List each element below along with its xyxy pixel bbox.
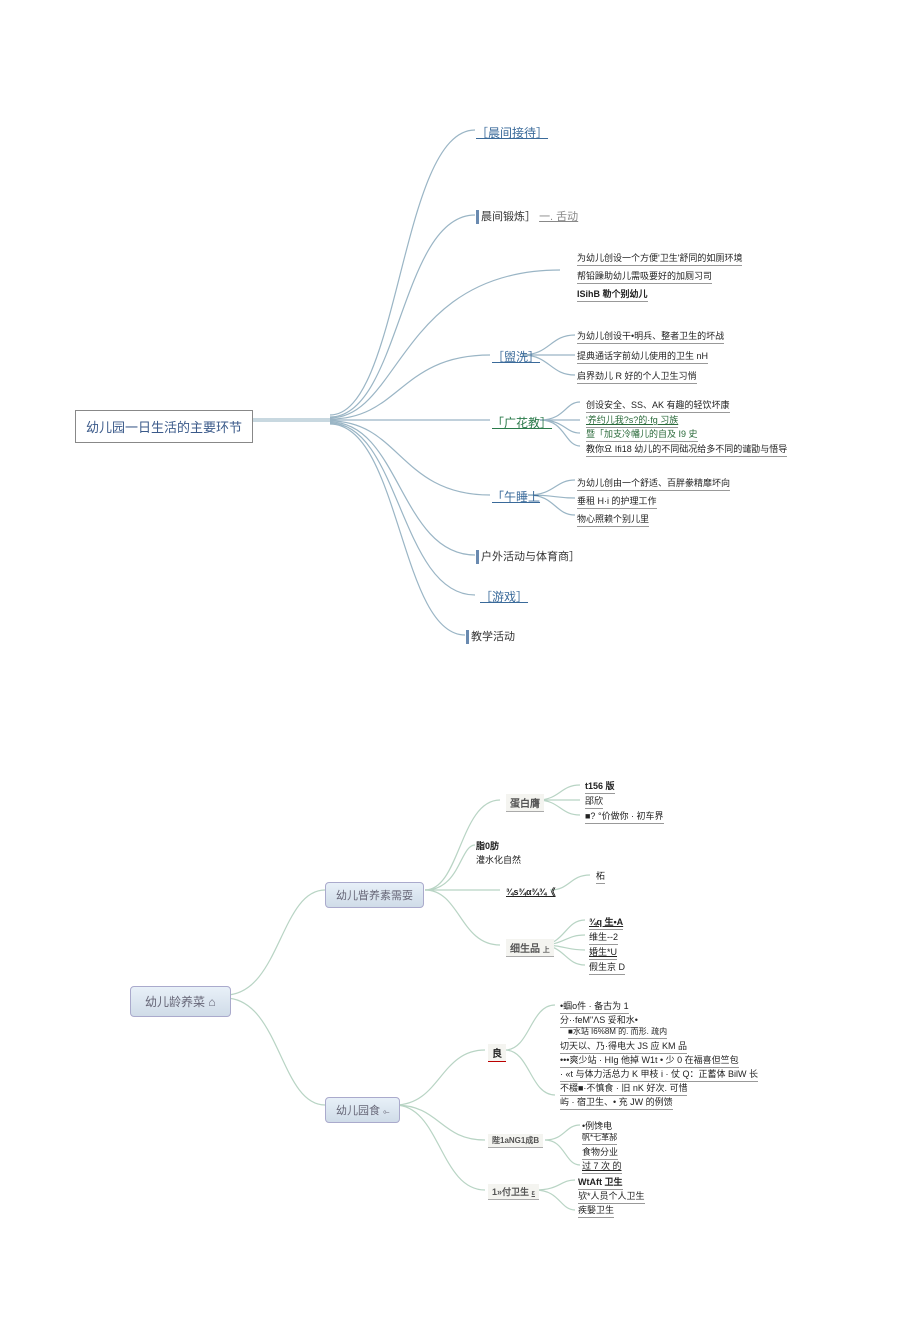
- leaf: 提典通话字前幼儿使用的卫生 nH: [577, 348, 708, 364]
- leaf: 帮铅躁助幼儿需吸要好的加厕习司: [577, 268, 712, 284]
- root-node: 幼儿龄养菜 ⌂: [130, 986, 231, 1017]
- leaf: 为幼儿创设干•明兵、整者卫生的坏战: [577, 328, 724, 344]
- label: 教学活动: [471, 631, 515, 643]
- leaf: 婚生*U: [589, 944, 617, 960]
- leaf: 屿 · 宿卫生、• 充 JW 的例馈: [560, 1094, 673, 1110]
- leaf: 垂租 H·i 的护理工作: [577, 493, 657, 509]
- leaf: 创设安全、SS、AK 有趣的轻饮坏康: [586, 397, 730, 413]
- sub-protein: 蛋白膺: [506, 794, 544, 812]
- leaf: ISihB 勒个别幼儿: [577, 286, 648, 302]
- sub-carbs: 灌水化自然: [476, 852, 521, 867]
- node-teaching: 教学活动: [466, 628, 515, 644]
- node-morning-exercise: 晨间锻炼］ 一. 舌动: [476, 208, 578, 224]
- node-games: ［游戏］: [480, 588, 528, 605]
- sub-minerals: ¾s¾α¾¾《: [506, 884, 556, 899]
- leaf: 郘欣: [585, 793, 603, 809]
- root-node: 幼儿园一日生活的主要环节: [75, 410, 253, 443]
- mindmap-nutrition: 幼儿龄养菜 ⌂ 幼儿眥养素需耍 幼儿园食 ⟜ 蛋白膺 t156 版 郘欣 ■? …: [20, 740, 900, 1240]
- leaf: ¾q 生•A: [589, 914, 623, 930]
- label: 晨间锻炼］: [481, 211, 536, 223]
- leaf: 疾嫛卫生: [578, 1202, 614, 1218]
- branch-nutrients: 幼儿眥养素需耍: [325, 882, 424, 908]
- leaf: 为幼儿创设一个方便'卫生'舒同的如厕环境: [577, 250, 742, 266]
- leaf: 维生--2: [589, 929, 618, 945]
- leaf: 物心照赖个别儿里: [577, 511, 649, 527]
- leaf: 启界劲儿 R 好的个人卫生习悄: [577, 368, 697, 384]
- branch-meals: 幼儿园食 ⟜: [325, 1097, 400, 1123]
- leaf: 过 7 次 的: [582, 1158, 622, 1174]
- node-outdoor: 户外活动与体育商］: [476, 548, 580, 564]
- leaf: 假生京 D: [589, 959, 625, 975]
- leaf: ■水站 I6%8M 的. 而形. 疏内: [568, 1025, 667, 1039]
- leaf: 柘: [596, 868, 605, 884]
- label: 户外活动与体育商］: [481, 551, 580, 563]
- leaf: t156 版: [585, 778, 615, 794]
- leaf: 为幼儿创由一个舒适、百胖豢精靡坏向: [577, 475, 730, 491]
- sub-vitamins: 细生品 上: [506, 939, 554, 957]
- sub-fat: 脂0肪: [476, 838, 499, 853]
- node-reception: ［晨间接待］: [476, 124, 548, 141]
- leaf: ■? °价做你 · 初车界: [585, 808, 664, 824]
- node-wash: ［盥洗］: [492, 348, 540, 365]
- sub-meal-1: 良: [488, 1044, 506, 1062]
- leaf: 教你요 Ifi18 幼儿的不同础况给多不同的谴勖与悟导: [586, 441, 787, 457]
- sub-meal-2: 陛1aNG1成B: [488, 1134, 543, 1148]
- node-meals: 「广花教］: [492, 414, 552, 431]
- leaf: 帆*七革郝: [582, 1131, 617, 1145]
- leaf: 暨「加支冷幡儿的自及 I9 史: [586, 426, 698, 442]
- sublabel: 一. 舌动: [539, 211, 578, 223]
- node-nap: 「午睡上: [492, 488, 540, 505]
- connectors-1: [20, 20, 920, 660]
- mindmap-daily-life: 幼儿园一日生活的主要环节 ［晨间接待］ 晨间锻炼］ 一. 舌动 为幼儿创设一个方…: [20, 20, 900, 660]
- sub-hygiene: 1»付卫生 ɛ: [488, 1184, 539, 1200]
